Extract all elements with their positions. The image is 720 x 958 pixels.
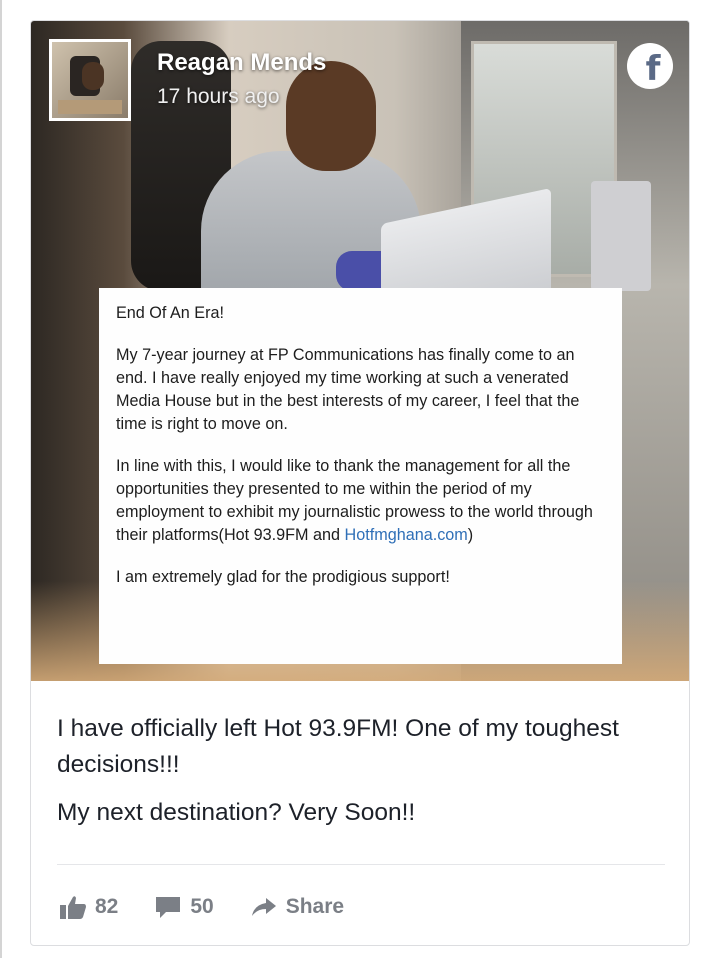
post-text-line-2: My next destination? Very Soon!! — [57, 799, 416, 826]
author-name[interactable]: Reagan Mends — [157, 49, 326, 77]
hotfm-link[interactable]: Hotfmghana.com — [345, 526, 468, 544]
action-bar: 82 50 Share — [59, 887, 380, 927]
like-count: 82 — [95, 895, 119, 918]
letter-paragraph-3: I am extremely glad for the prodigious s… — [116, 568, 450, 586]
post-timestamp[interactable]: 17 hours ago — [157, 85, 280, 109]
person-head — [286, 61, 376, 171]
second-laptop — [591, 181, 651, 291]
statement-letter: End Of An Era! My 7-year journey at FP C… — [99, 288, 622, 664]
comment-count: 50 — [190, 895, 214, 918]
letter-title: End Of An Era! — [116, 304, 224, 322]
share-label: Share — [285, 895, 345, 918]
post-text-line-1: I have officially left Hot 93.9FM! One o… — [57, 715, 619, 778]
letter-paragraph-2: In line with this, I would like to thank… — [116, 457, 593, 544]
divider — [57, 864, 665, 865]
share-button[interactable]: Share — [250, 895, 344, 919]
page-left-border — [0, 0, 2, 958]
comment-bubble-icon — [156, 897, 181, 918]
post-photo[interactable]: Reagan Mends 17 hours ago f End Of An Er… — [31, 21, 689, 681]
post-body: I have officially left Hot 93.9FM! One o… — [57, 711, 667, 843]
facebook-icon[interactable]: f — [627, 43, 673, 89]
letter-paragraph-1: My 7-year journey at FP Communications h… — [116, 346, 580, 433]
avatar[interactable] — [49, 39, 131, 121]
thumbs-up-icon — [60, 896, 86, 919]
share-arrow-icon — [251, 898, 276, 916]
facebook-post-card: Reagan Mends 17 hours ago f End Of An Er… — [30, 20, 690, 946]
comment-button[interactable]: 50 — [154, 894, 214, 920]
like-button[interactable]: 82 — [59, 894, 118, 920]
